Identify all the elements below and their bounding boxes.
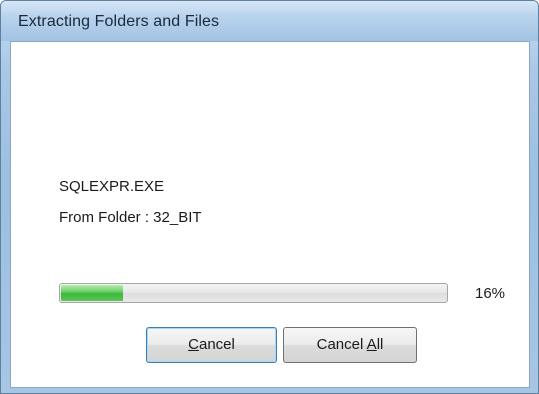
cancel-label-rest: ancel [198, 336, 235, 353]
cancel-button[interactable]: Cancel [146, 327, 277, 363]
source-folder-label: From Folder : 32_BIT [59, 209, 202, 226]
title-bar[interactable]: Extracting Folders and Files [1, 1, 538, 41]
cancel-accelerator: C [188, 336, 199, 353]
cancel-all-button[interactable]: Cancel All [283, 327, 417, 363]
window-title: Extracting Folders and Files [18, 13, 220, 30]
current-file-name: SQLEXPR.EXE [59, 178, 165, 195]
extraction-progress-bar [59, 283, 448, 303]
progress-percent: 16% [475, 285, 506, 302]
dialog-body: SQLEXPR.EXE From Folder : 32_BIT 16% Can… [10, 41, 530, 388]
progress-bar-fill [61, 285, 123, 301]
extract-dialog-window: Extracting Folders and Files SQLEXPR.EXE… [0, 0, 539, 394]
cancel-all-label-rest: ll [376, 336, 384, 353]
cancel-all-prefix: Cancel [316, 336, 367, 353]
cancel-all-accelerator: A [366, 336, 377, 353]
